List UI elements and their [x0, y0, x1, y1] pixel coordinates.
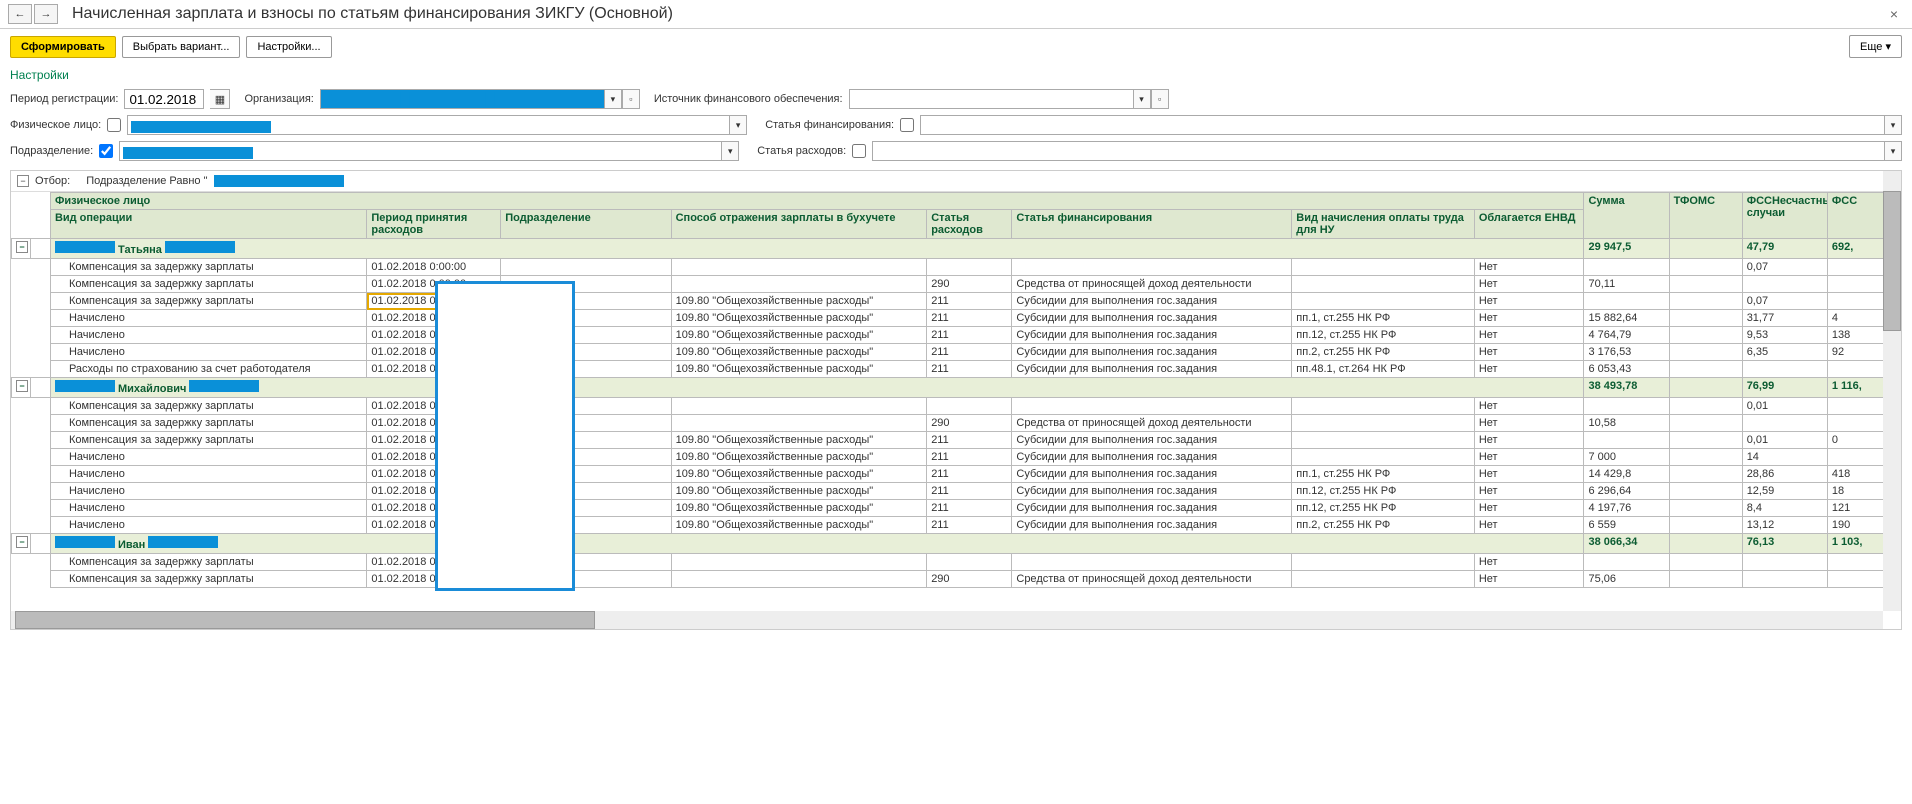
th-exp: Статья расходов: [927, 210, 1012, 239]
table-row[interactable]: Компенсация за задержку зарплаты 01.02.2…: [12, 398, 1901, 415]
table-row[interactable]: Начислено 01.02.2018 0:00:00 109.80 "Общ…: [12, 310, 1901, 327]
person-dropdown-icon[interactable]: ▾: [729, 115, 747, 135]
table-row[interactable]: Начислено 01.02.2018 0:00:00 109.80 "Общ…: [12, 500, 1901, 517]
source-open-icon[interactable]: ▫: [1151, 89, 1169, 109]
th-op: Вид операции: [50, 210, 366, 239]
period-reg-input[interactable]: [124, 89, 204, 109]
table-row[interactable]: Начислено 01.02.2018 0:00:00 109.80 "Общ…: [12, 344, 1901, 361]
th-fin: Статья финансирования: [1012, 210, 1292, 239]
org-input[interactable]: [320, 89, 604, 109]
th-accr: Вид начисления оплаты труда для НУ: [1292, 210, 1475, 239]
dept-label: Подразделение:: [10, 145, 93, 157]
fin-article-label: Статья финансирования:: [765, 119, 894, 131]
back-button[interactable]: ←: [8, 4, 32, 24]
table-row[interactable]: Компенсация за задержку зарплаты 01.02.2…: [12, 432, 1901, 449]
table-row[interactable]: Начислено 01.02.2018 0:00:00 109.80 "Общ…: [12, 483, 1901, 500]
table-row[interactable]: Расходы по страхованию за счет работодат…: [12, 361, 1901, 378]
table-row[interactable]: Компенсация за задержку зарплаты 01.02.2…: [12, 276, 1901, 293]
close-button[interactable]: ×: [1884, 6, 1904, 22]
window-title: Начисленная зарплата и взносы по статьям…: [72, 5, 673, 23]
exp-article-input[interactable]: [872, 141, 1884, 161]
dept-overlay: [435, 281, 575, 591]
person-label: Физическое лицо:: [10, 119, 101, 131]
scrollbar-horizontal[interactable]: [11, 611, 1883, 629]
forward-button[interactable]: →: [34, 4, 58, 24]
dept-checkbox[interactable]: [99, 144, 113, 158]
choose-variant-button[interactable]: Выбрать вариант...: [122, 36, 241, 58]
group-row[interactable]: − Михайлович 38 493,7876,991 116,: [12, 378, 1901, 398]
more-button[interactable]: Еще ▾: [1849, 35, 1902, 58]
calendar-icon[interactable]: ▦: [210, 89, 230, 109]
th-person: Физическое лицо: [50, 193, 1584, 210]
generate-button[interactable]: Сформировать: [10, 36, 116, 58]
dept-dropdown-icon[interactable]: ▾: [721, 141, 739, 161]
collapse-all-icon[interactable]: −: [17, 175, 29, 187]
group-row[interactable]: − Иван 38 066,3476,131 103,: [12, 534, 1901, 554]
filter-info-label: Отбор:: [35, 175, 70, 187]
th-tfoms: ТФОМС: [1669, 193, 1742, 239]
th-method: Способ отражения зарплаты в бухучете: [671, 210, 927, 239]
org-dropdown-icon[interactable]: ▾: [604, 89, 622, 109]
table-row[interactable]: Начислено 01.02.2018 0:00:00 109.80 "Общ…: [12, 449, 1901, 466]
filter-info-text: Подразделение Равно ": [86, 175, 207, 187]
th-dept: Подразделение: [501, 210, 671, 239]
fin-article-checkbox[interactable]: [900, 118, 914, 132]
fin-article-dropdown-icon[interactable]: ▾: [1884, 115, 1902, 135]
person-checkbox[interactable]: [107, 118, 121, 132]
period-reg-label: Период регистрации:: [10, 93, 118, 105]
report-area[interactable]: − Отбор: Подразделение Равно " Физическо…: [10, 170, 1902, 630]
table-row[interactable]: Компенсация за задержку зарплаты 01.02.2…: [12, 259, 1901, 276]
dept-redacted: [123, 147, 253, 159]
table-row[interactable]: Начислено 01.02.2018 0:00:00 109.80 "Общ…: [12, 517, 1901, 534]
exp-article-checkbox[interactable]: [852, 144, 866, 158]
source-input[interactable]: [849, 89, 1133, 109]
table-row[interactable]: Компенсация за задержку зарплаты 01.02.2…: [12, 293, 1901, 310]
table-row[interactable]: Начислено 01.02.2018 0:00:00 109.80 "Общ…: [12, 327, 1901, 344]
group-row[interactable]: − Татьяна 29 947,547,79692,: [12, 239, 1901, 259]
person-redacted: [131, 121, 271, 133]
th-envd: Облагается ЕНВД: [1474, 210, 1584, 239]
settings-header: Настройки: [0, 64, 1912, 86]
org-open-icon[interactable]: ▫: [622, 89, 640, 109]
table-row[interactable]: Компенсация за задержку зарплаты 01.02.2…: [12, 415, 1901, 432]
source-dropdown-icon[interactable]: ▾: [1133, 89, 1151, 109]
scrollbar-vertical[interactable]: [1883, 171, 1901, 611]
source-label: Источник финансового обеспечения:: [654, 93, 843, 105]
th-fssns: ФССНесчастные случаи: [1742, 193, 1827, 239]
table-row[interactable]: Начислено 01.02.2018 0:00:00 109.80 "Общ…: [12, 466, 1901, 483]
report-table: Физическое лицо Сумма ТФОМС ФССНесчастны…: [11, 192, 1901, 588]
exp-article-dropdown-icon[interactable]: ▾: [1884, 141, 1902, 161]
exp-article-label: Статья расходов:: [757, 145, 846, 157]
settings-button[interactable]: Настройки...: [246, 36, 331, 58]
filter-redacted: [214, 175, 344, 187]
th-sum: Сумма: [1584, 193, 1669, 239]
table-row[interactable]: Компенсация за задержку зарплаты 01.02.2…: [12, 554, 1901, 571]
fin-article-input[interactable]: [920, 115, 1884, 135]
th-period: Период принятия расходов: [367, 210, 501, 239]
org-label: Организация:: [244, 93, 313, 105]
table-row[interactable]: Компенсация за задержку зарплаты 01.02.2…: [12, 571, 1901, 588]
